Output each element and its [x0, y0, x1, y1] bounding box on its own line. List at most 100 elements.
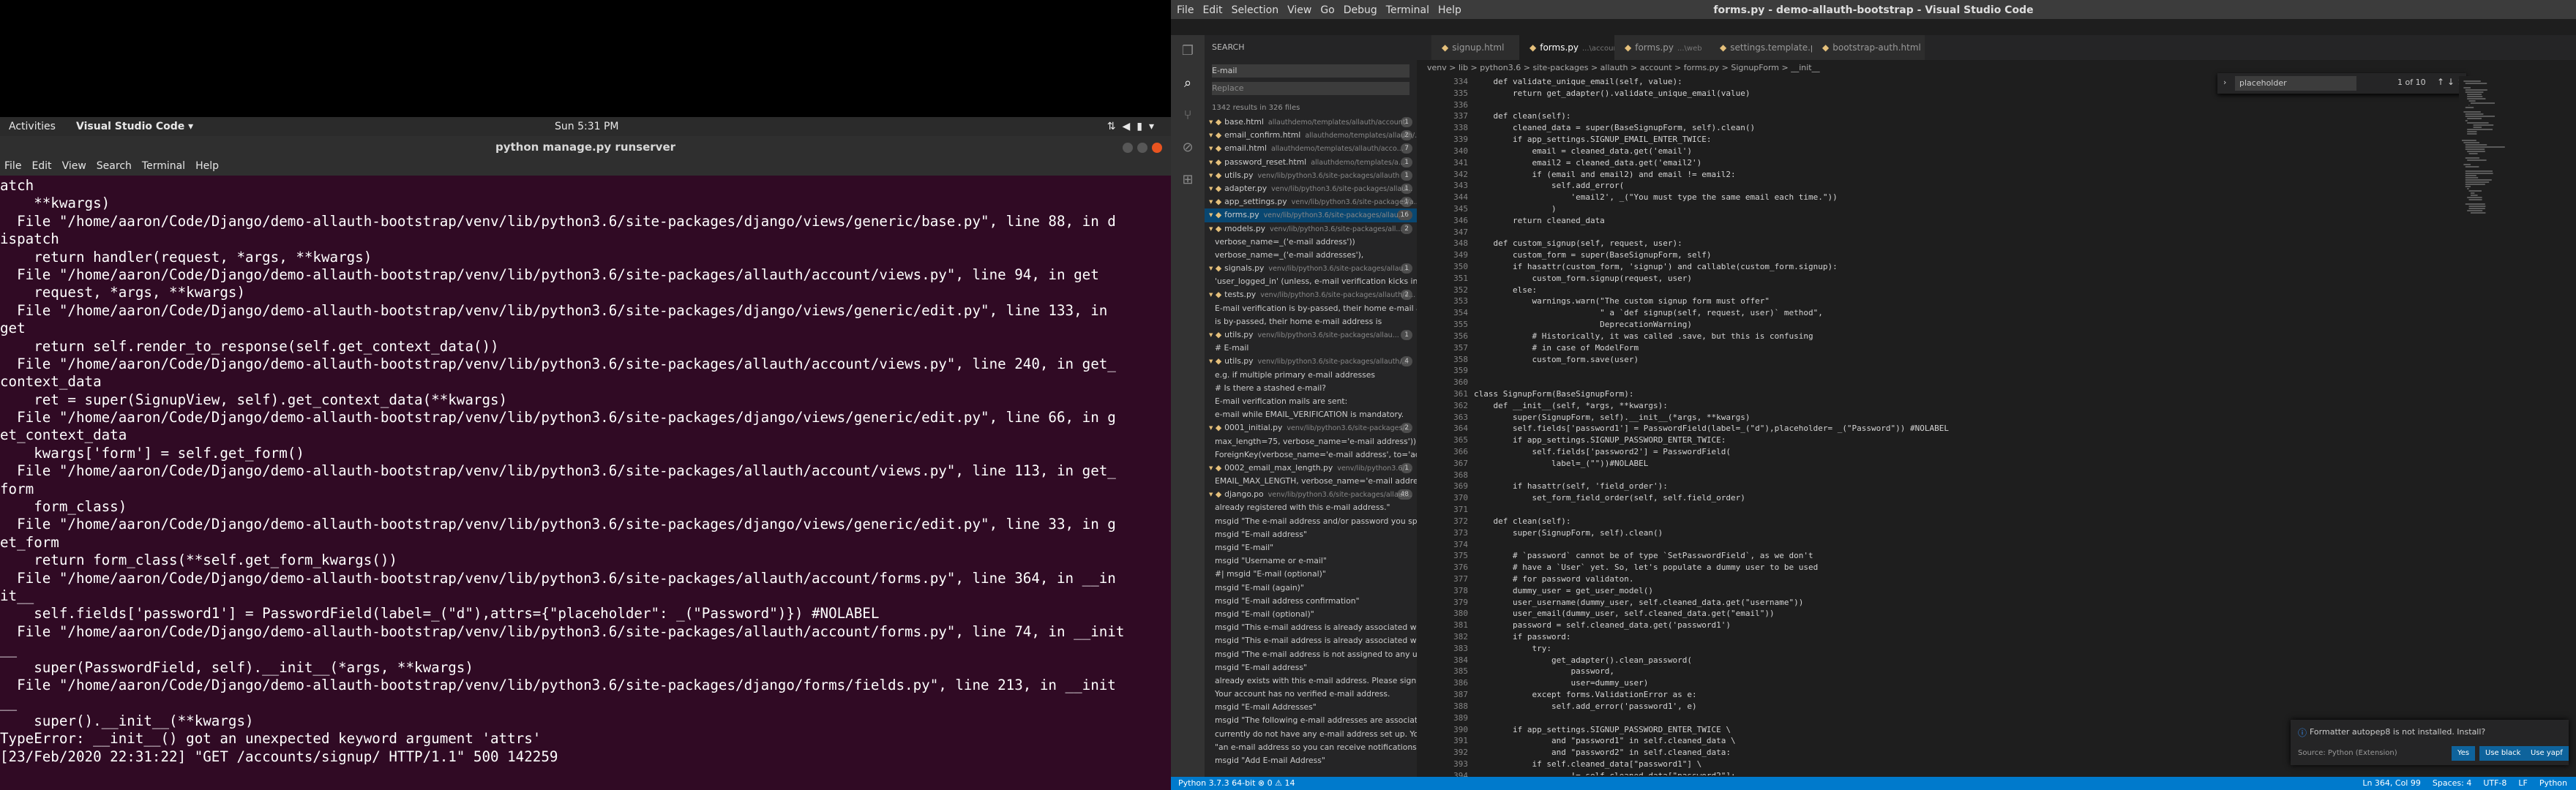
menu-help[interactable]: Help [1438, 4, 1461, 16]
menu-debug[interactable]: Debug [1344, 4, 1377, 16]
code-line[interactable] [1474, 377, 2250, 388]
code-line[interactable]: DeprecationWarning) [1474, 319, 2250, 331]
code-line[interactable]: user_email(dummy_user, self.cleaned_data… [1474, 608, 2250, 620]
app-menu[interactable]: Visual Studio Code ▾ [76, 121, 193, 132]
minimize-button[interactable] [1123, 143, 1133, 153]
code-line[interactable]: self.fields['password2'] = PasswordField… [1474, 446, 2250, 458]
search-result-match[interactable]: msgid "This e-mail address is already as… [1205, 621, 1417, 634]
menu-file[interactable]: File [1177, 4, 1194, 16]
menu-selection[interactable]: Selection [1232, 4, 1279, 16]
code-line[interactable]: ) [1474, 203, 2250, 215]
code-line[interactable]: # Historically, it was called .save, but… [1474, 331, 2250, 342]
code-line[interactable]: super(SignupForm, self).clean() [1474, 527, 2250, 539]
code-line[interactable]: if password: [1474, 631, 2250, 643]
cursor-position[interactable]: Ln 364, Col 99 [2362, 778, 2421, 788]
search-result-match[interactable]: msgid "Username or e-mail" [1205, 554, 1417, 568]
code-line[interactable]: custom_form.signup(request, user) [1474, 273, 2250, 285]
search-result-file[interactable]: 1 ▾ ◆ signals.py venv/lib/python3.6/site-pa… [1205, 262, 1417, 275]
search-result-file[interactable]: 1 ▾ ◆ password_reset.html allauthdemo/templ… [1205, 156, 1417, 169]
search-result-match[interactable]: msgid "The following e-mail addresses ar… [1205, 714, 1417, 727]
editor-tab[interactable]: ◆ signup.html [1431, 35, 1529, 60]
code-line[interactable]: cleaned_data = super(BaseSignupForm, sel… [1474, 122, 2250, 134]
language-mode[interactable]: Python [2539, 778, 2567, 788]
system-tray[interactable]: ⇅◀▮▾ [1107, 121, 1161, 132]
search-result-file[interactable]: 48 ▾ ◆ django.po venv/lib/python3.6/site-pa… [1205, 488, 1417, 501]
chevron-right-icon[interactable]: › [2223, 78, 2226, 87]
code-line[interactable]: def clean(self): [1474, 110, 2250, 122]
code-line[interactable]: class SignupForm(BaseSignupForm): [1474, 388, 2250, 400]
minimap[interactable] [2459, 76, 2525, 775]
code-line[interactable]: if (email and email2) and email != email… [1474, 169, 2250, 181]
use-yapf-button[interactable]: Use yapf [2525, 746, 2569, 761]
search-result-match[interactable]: msgid "E-mail (optional)" [1205, 608, 1417, 621]
code-line[interactable]: except forms.ValidationError as e: [1474, 689, 2250, 701]
code-line[interactable]: get_adapter().clean_password( [1474, 655, 2250, 666]
code-line[interactable]: try: [1474, 643, 2250, 655]
editor-tab[interactable]: ◆ settings.template.py [1710, 35, 1821, 60]
code-line[interactable] [1474, 712, 2250, 724]
search-result-file[interactable]: 2 ▾ ◆ models.py venv/lib/python3.6/site-pac… [1205, 222, 1417, 236]
code-line[interactable]: def custom_signup(self, request, user): [1474, 238, 2250, 249]
code-line[interactable]: if app_settings.SIGNUP_PASSWORD_ENTER_TW… [1474, 724, 2250, 736]
code-line[interactable]: != self.cleaned_data["password2"]: [1474, 770, 2250, 775]
search-result-match[interactable]: 'user_logged_in' (unless, e-mail verific… [1205, 275, 1417, 288]
code-line[interactable]: return get_adapter().validate_unique_ema… [1474, 88, 2250, 99]
search-result-match[interactable]: msgid "E-mail" [1205, 541, 1417, 554]
code-line[interactable]: return cleaned_data [1474, 215, 2250, 227]
search-result-match[interactable]: msgid "E-mail Addresses" [1205, 701, 1417, 714]
search-result-match[interactable]: EMAIL_MAX_LENGTH, verbose_name='e-mail a… [1205, 475, 1417, 488]
maximize-button[interactable] [1137, 143, 1147, 153]
code-line[interactable]: self.add_error('password1', e) [1474, 701, 2250, 712]
editor-tab[interactable]: ◆ forms.py ...\web [1614, 35, 1719, 60]
search-result-match[interactable]: msgid "The e-mail address and/or passwor… [1205, 515, 1417, 528]
search-result-file[interactable]: 1 ▾ ◆ utils.py venv/lib/python3.6/site-pack… [1205, 169, 1417, 182]
line-ending[interactable]: LF [2518, 778, 2527, 788]
search-result-match[interactable]: msgid "E-mail address" [1205, 661, 1417, 674]
explorer-icon[interactable]: ❐ [1171, 35, 1205, 67]
code-line[interactable]: # in case of ModelForm [1474, 342, 2250, 354]
search-result-file[interactable]: 16 ▾ ◆ forms.py venv/lib/python3.6/site-pac… [1205, 208, 1417, 222]
search-result-match[interactable]: "an e-mail address so you can receive no… [1205, 741, 1417, 754]
search-result-match[interactable]: msgid "Add E-mail Address" [1205, 754, 1417, 767]
code-line[interactable] [1474, 227, 2250, 238]
code-line[interactable] [1474, 539, 2250, 551]
code-line[interactable]: if hasattr(self, 'field_order'): [1474, 481, 2250, 492]
search-result-match[interactable]: msgid "E-mail (again)" [1205, 582, 1417, 595]
search-result-file[interactable]: 2 ▾ ◆ email_confirm.html allauthdemo/templa… [1205, 129, 1417, 142]
replace-input[interactable]: Replace [1212, 82, 1409, 95]
code-line[interactable]: password, [1474, 666, 2250, 677]
search-result-match[interactable]: verbose_name=_('e-mail addresses'), [1205, 249, 1417, 262]
code-line[interactable]: super(SignupForm, self).__init__(*args, … [1474, 412, 2250, 424]
code-line[interactable]: self.fields['password1'] = PasswordField… [1474, 423, 2250, 434]
code-line[interactable]: # `password` cannot be of type `SetPassw… [1474, 550, 2250, 562]
code-editor[interactable]: def validate_unique_email(self, value): … [1474, 76, 2250, 775]
search-result-file[interactable]: 4 ▾ ◆ utils.py venv/lib/python3.6/site-pack… [1205, 355, 1417, 368]
code-line[interactable]: user=dummy_user) [1474, 677, 2250, 689]
yes-button[interactable]: Yes [2452, 746, 2476, 761]
search-result-match[interactable]: #| msgid "E-mail (optional)" [1205, 568, 1417, 581]
code-line[interactable]: email = cleaned_data.get('email') [1474, 146, 2250, 157]
search-result-match[interactable]: E-mail verification is by-passed, their … [1205, 302, 1417, 315]
search-result-match[interactable]: max_length=75, verbose_name='e-mail addr… [1205, 435, 1417, 448]
arrow-down-icon[interactable]: ↓ [2447, 77, 2455, 87]
activities-button[interactable]: Activities [9, 121, 56, 132]
code-line[interactable]: warnings.warn("The custom signup form mu… [1474, 296, 2250, 307]
code-line[interactable] [1474, 470, 2250, 481]
arrow-up-icon[interactable]: ↑ [2437, 77, 2444, 87]
indentation[interactable]: Spaces: 4 [2433, 778, 2471, 788]
menu-view[interactable]: View [1287, 4, 1311, 16]
code-line[interactable]: if app_settings.SIGNUP_PASSWORD_ENTER_TW… [1474, 434, 2250, 446]
search-result-file[interactable]: 7 ▾ ◆ email.html allauthdemo/templates/alla… [1205, 142, 1417, 155]
menu-terminal[interactable]: Terminal [1386, 4, 1429, 16]
code-line[interactable]: if hasattr(custom_form, 'signup') and ca… [1474, 261, 2250, 273]
search-result-file[interactable]: 2 ▾ ◆ 0001_initial.py venv/lib/python3.6/si… [1205, 421, 1417, 434]
search-result-match[interactable]: msgid "E-mail address" [1205, 528, 1417, 541]
terminal-output[interactable]: atch **kwargs) File "/home/aaron/Code/Dj… [0, 177, 1171, 787]
use-black-button[interactable]: Use black [2479, 746, 2527, 761]
menu-view[interactable]: View [58, 158, 92, 172]
search-result-match[interactable]: is by-passed, their home e-mail address … [1205, 315, 1417, 328]
code-line[interactable]: email2 = cleaned_data.get('email2') [1474, 157, 2250, 169]
menu-terminal[interactable]: Terminal [138, 158, 191, 172]
menu-help[interactable]: Help [191, 158, 225, 172]
code-line[interactable]: def validate_unique_email(self, value): [1474, 76, 2250, 88]
